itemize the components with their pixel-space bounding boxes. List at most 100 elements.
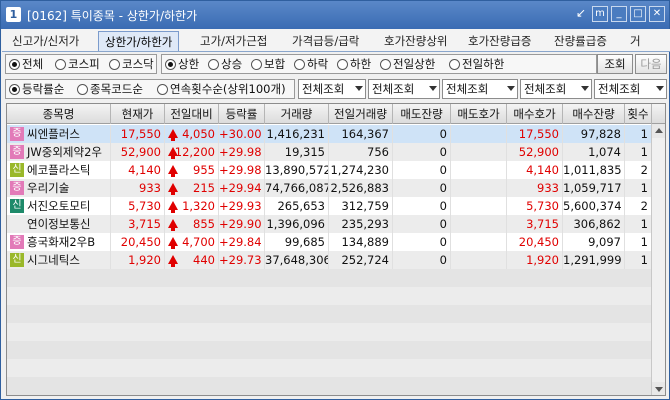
radio-upper-limit[interactable]: 상한 — [165, 56, 199, 72]
memo-button[interactable]: m — [592, 6, 608, 22]
radio-dot — [55, 58, 66, 70]
tab-order-book-surge[interactable]: 호가잔량급증 — [462, 31, 537, 51]
tab-upper-lower-limit[interactable]: 상한가/하한가 — [98, 31, 180, 51]
radio-fall[interactable]: 하락 — [294, 56, 328, 72]
radio-market-kospi[interactable]: 코스피 — [55, 56, 100, 72]
radio-market-all[interactable]: 전체 — [9, 56, 43, 72]
col-header-rate[interactable]: 등락률 — [219, 104, 265, 124]
table-row[interactable]: 신 에코플라스틱 4,140 955 +29.98 13,890,572 1,274,230… — [7, 161, 652, 179]
radio-flat[interactable]: 보합 — [251, 56, 285, 72]
cell-price: 3,715 — [111, 215, 165, 233]
cell-rate: +29.98 — [219, 161, 265, 179]
cell-price: 20,450 — [111, 233, 165, 251]
radio-dot — [208, 58, 219, 70]
filter-select-1[interactable]: 전체조회 — [298, 79, 366, 99]
table-row[interactable]: 신 시그네틱스 1,920 440 +29.73 37,648,306 252,724 0 1,… — [7, 251, 652, 269]
tab-price-surge-plunge[interactable]: 가격급등/급락 — [286, 31, 365, 51]
tab-volume[interactable]: 거 — [624, 31, 647, 51]
cell-name: 연이정보통신 — [7, 215, 111, 233]
table-row[interactable]: 증 흥국화재2우B 20,450 4,700 +29.84 99,685 134,889 0 2… — [7, 233, 652, 251]
tab-order-book-top[interactable]: 호가잔량상위 — [378, 31, 453, 51]
cell-volume-value: 1,416,231 — [266, 127, 325, 141]
cell-ask-qty: 0 — [393, 233, 451, 251]
cell-change-value: 440 — [193, 253, 215, 267]
cell-bid-price: 4,140 — [507, 161, 563, 179]
cell-ask-qty: 0 — [393, 161, 451, 179]
cell-bid-price: 20,450 — [507, 233, 563, 251]
radio-market-kosdaq[interactable]: 코스닥 — [109, 56, 154, 72]
tab-new-high-low[interactable]: 신고가/신저가 — [6, 31, 85, 51]
cell-name: 증 흥국화재2우B — [7, 233, 111, 251]
table-row[interactable]: 증 씨엔플러스 17,550 4,050 +30.00 1,416,231 164,367 0… — [7, 125, 652, 143]
radio-prev-upper[interactable]: 전일상한 — [380, 56, 435, 72]
cell-prev-volume: 312,759 — [329, 197, 393, 215]
col-header-volume[interactable]: 거래량 — [265, 104, 329, 124]
col-header-name[interactable]: 종목명 — [7, 104, 111, 124]
cell-bid-price-value: 5,730 — [526, 199, 559, 213]
cell-change: 4,700 — [165, 233, 219, 251]
cell-bid-price-value: 20,450 — [518, 235, 559, 249]
stock-name: 에코플라스틱 — [27, 163, 91, 177]
vertical-scrollbar[interactable] — [651, 124, 665, 395]
radio-sort-code[interactable]: 종목코드순 — [77, 81, 143, 97]
cell-price-value: 52,900 — [120, 145, 161, 159]
filter-select-2[interactable]: 전체조회 — [368, 79, 440, 99]
chevron-down-icon — [507, 86, 515, 91]
empty-row — [7, 341, 652, 359]
col-header-prev-volume[interactable]: 전일거래량 — [329, 104, 393, 124]
col-header-price[interactable]: 현재가 — [111, 104, 165, 124]
stock-name: 시그네틱스 — [27, 253, 80, 267]
cell-change-value: 1,320 — [182, 199, 215, 213]
stock-name: 씨엔플러스 — [27, 127, 80, 141]
table-row[interactable]: 증 우리기술 933 215 +29.94 74,766,087 2,526,883 0 933… — [7, 179, 652, 197]
table-row[interactable]: 신 서진오토모티 5,730 1,320 +29.93 265,653 312,759 0 5,… — [7, 197, 652, 215]
table-row[interactable]: 증 JW중외제약2우 52,900 12,200 +29.98 19,315 756 0 52,… — [7, 143, 652, 161]
next-button[interactable]: 다음 — [635, 54, 667, 74]
tab-bar: 신고가/신저가 상한가/하한가 고가/저가근접 가격급등/급락 호가잔량상위 호… — [2, 29, 670, 52]
cell-count-value: 1 — [640, 235, 648, 249]
radio-dot — [380, 58, 391, 70]
cell-count: 1 — [625, 215, 652, 233]
col-header-bid-price[interactable]: 매수호가 — [507, 104, 563, 124]
radio-lower-limit[interactable]: 하한 — [337, 56, 371, 72]
col-header-change[interactable]: 전일대비 — [165, 104, 219, 124]
radio-prev-lower[interactable]: 전일하한 — [449, 56, 504, 72]
col-header-ask-qty[interactable]: 매도잔량 — [393, 104, 451, 124]
cell-bid-qty: 306,862 — [563, 215, 625, 233]
close-button[interactable]: ✕ — [649, 6, 665, 22]
cell-price: 5,730 — [111, 197, 165, 215]
cell-prev-volume: 164,367 — [329, 125, 393, 143]
cell-count: 1 — [625, 251, 652, 269]
cell-rate-value: +29.93 — [219, 199, 262, 213]
filter-select-4[interactable]: 전체조회 — [520, 79, 592, 99]
cell-bid-qty-value: 306,862 — [573, 217, 621, 231]
scroll-down-button[interactable] — [652, 382, 665, 395]
stock-status-badge: 신 — [10, 199, 24, 213]
scroll-up-button[interactable] — [652, 124, 665, 138]
cell-name: 신 시그네틱스 — [7, 251, 111, 269]
cell-count-value: 1 — [640, 217, 648, 231]
radio-sort-consecutive[interactable]: 연속횟수순(상위100개) — [157, 81, 286, 97]
tab-remain-rate-surge[interactable]: 잔량률급증 — [548, 31, 613, 51]
title-bar[interactable]: 1 [0162] 특이종목 - 상한가/하한가 ↙ m _ □ ✕ — [1, 1, 669, 29]
filter-select-3[interactable]: 전체조회 — [442, 79, 518, 99]
radio-rise[interactable]: 상승 — [208, 56, 242, 72]
col-header-count[interactable]: 횟수 — [625, 104, 652, 124]
stock-name: JW중외제약2우 — [27, 145, 102, 159]
radio-sort-rate[interactable]: 등락률순 — [9, 81, 64, 97]
col-header-ask-price[interactable]: 매도호가 — [451, 104, 507, 124]
cell-rate-value: +30.00 — [219, 127, 262, 141]
minimize-button[interactable]: _ — [611, 6, 627, 22]
tab-high-low-near[interactable]: 고가/저가근접 — [194, 31, 273, 51]
cell-ask-price — [451, 161, 507, 179]
cell-ask-price — [451, 197, 507, 215]
table-row[interactable]: 연이정보통신 3,715 855 +29.90 1,396,096 235,293 0 3,7… — [7, 215, 652, 233]
empty-row — [7, 323, 652, 341]
filter-select-5[interactable]: 전체조회 — [594, 79, 667, 99]
maximize-button[interactable]: □ — [630, 6, 646, 22]
cell-price: 4,140 — [111, 161, 165, 179]
cell-bid-price-value: 3,715 — [526, 217, 559, 231]
link-icon[interactable]: ↙ — [573, 6, 589, 22]
col-header-bid-qty[interactable]: 매수잔량 — [563, 104, 625, 124]
query-button[interactable]: 조회 — [597, 54, 633, 74]
